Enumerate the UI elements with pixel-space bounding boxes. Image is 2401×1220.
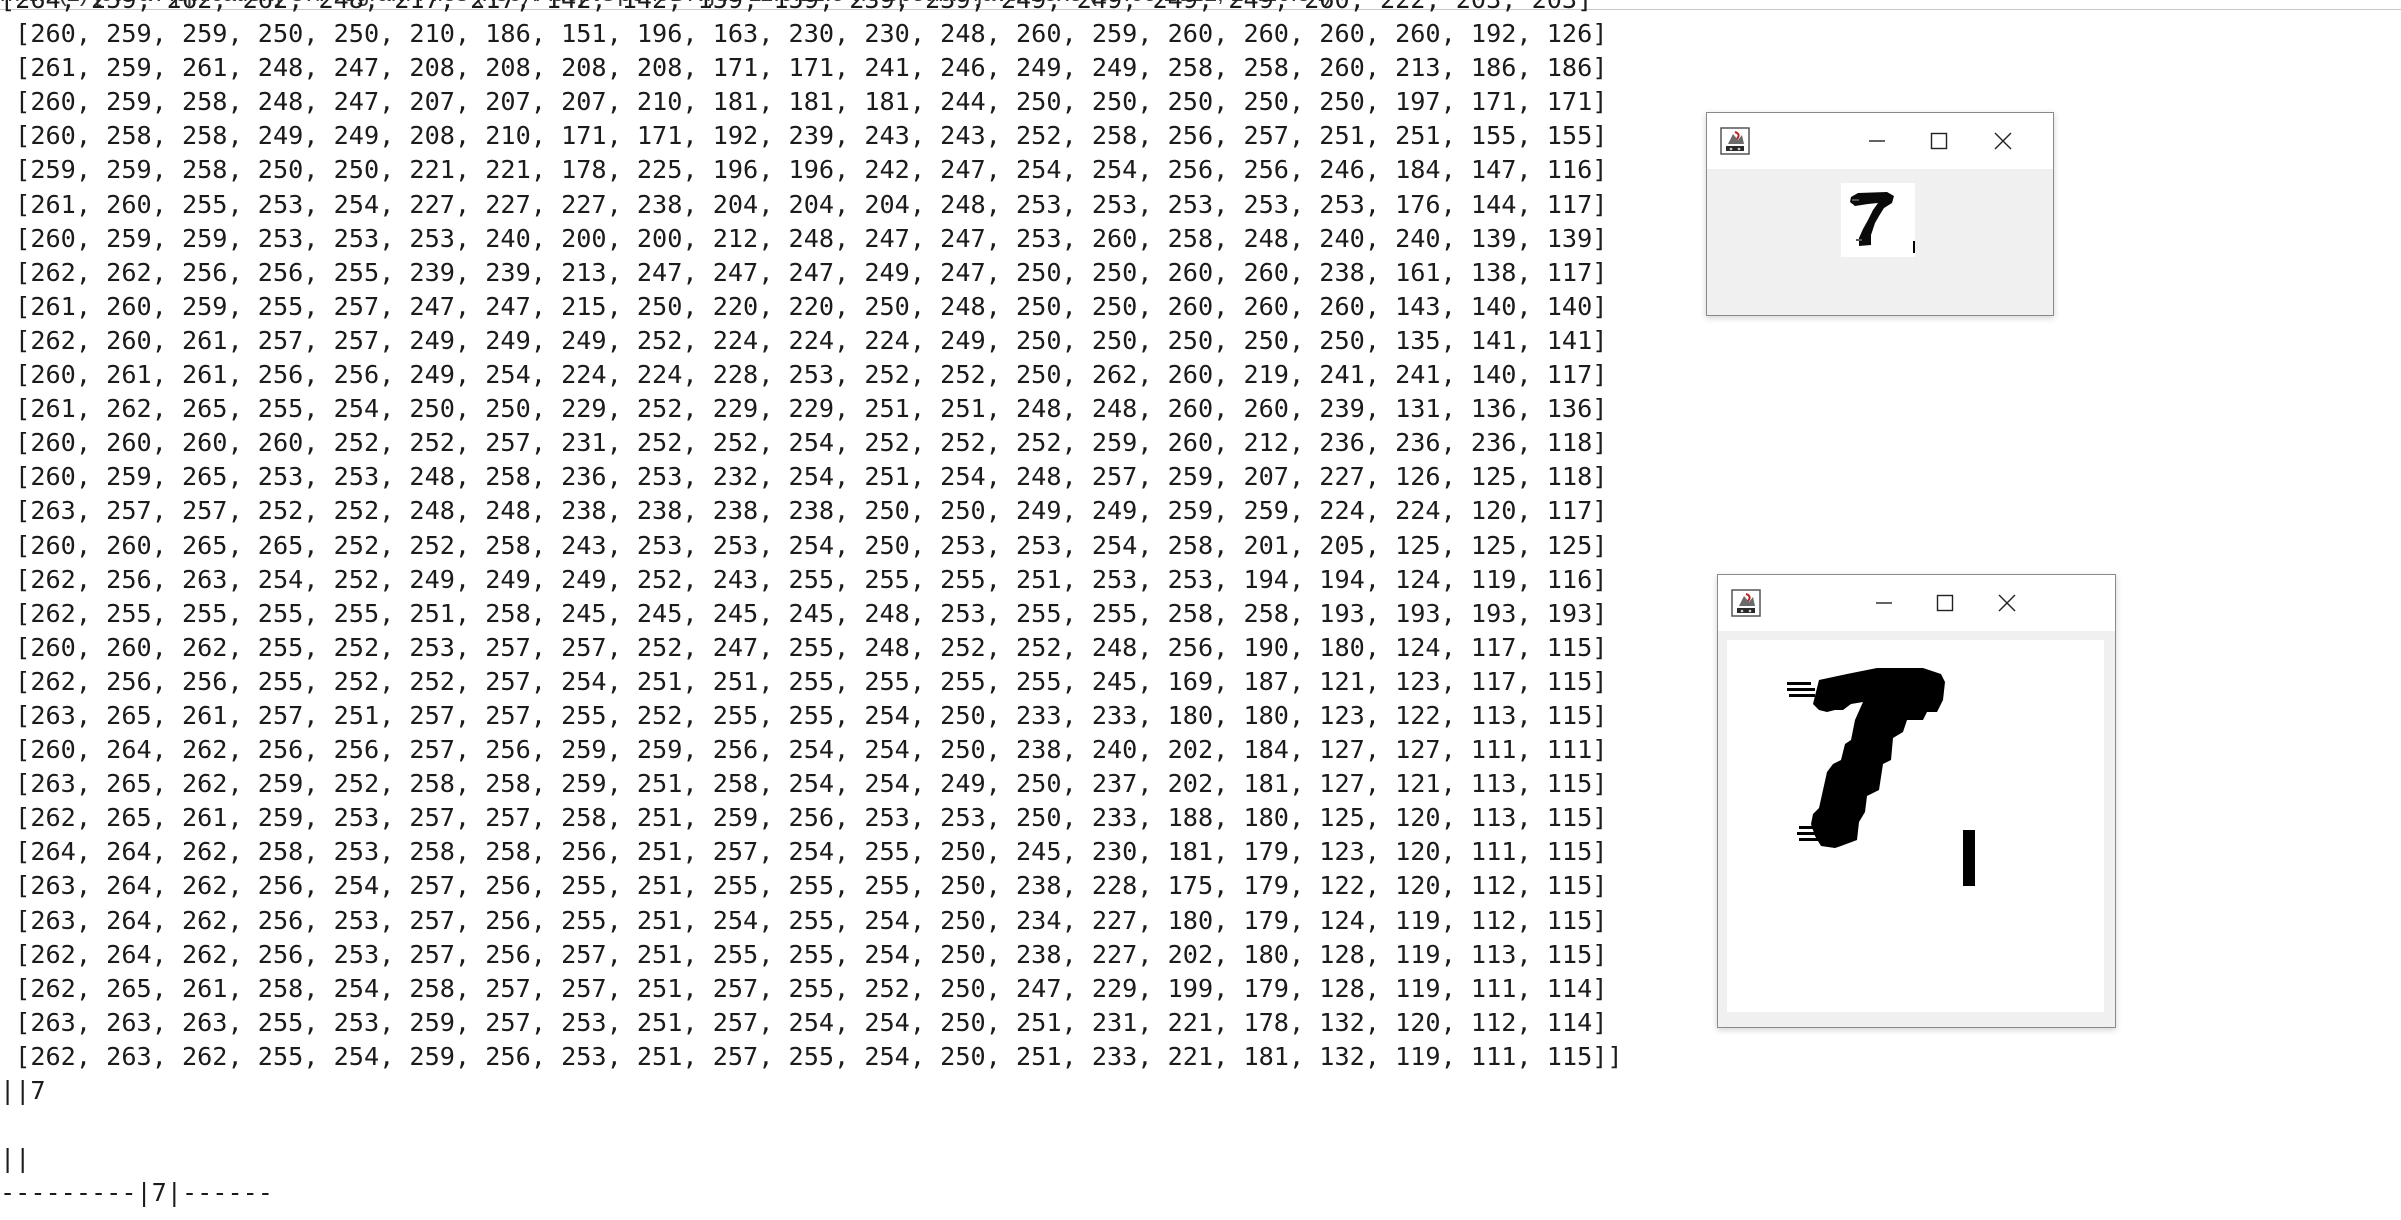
console-line: [259, 259, 258, 250, 250, 221, 221, 178,… <box>0 155 1608 185</box>
console-line: [262, 263, 262, 255, 254, 259, 256, 253,… <box>0 1041 1623 1071</box>
console-line: [264, 264, 262, 258, 253, 258, 258, 256,… <box>0 837 1608 867</box>
desktop: main (2) [Java Application] C:\Program F… <box>0 0 2401 1220</box>
console-line: [260, 259, 259, 253, 253, 253, 240, 200,… <box>0 223 1608 253</box>
maximize-button[interactable] <box>1909 113 1969 169</box>
console-text: [264, 259, 262, 262, 248, 217, 217, 142,… <box>0 0 1623 1210</box>
console-line: [263, 265, 261, 257, 251, 257, 257, 255,… <box>0 700 1608 730</box>
console-line: [261, 259, 261, 248, 247, 208, 208, 208,… <box>0 53 1608 83</box>
window-titlebar[interactable] <box>1707 113 2053 169</box>
window-client-area <box>1707 169 2053 315</box>
console-line: [260, 260, 260, 260, 252, 252, 257, 231,… <box>0 428 1608 458</box>
console-line: [262, 256, 263, 254, 252, 249, 249, 249,… <box>0 564 1608 594</box>
window-client-area <box>1718 631 2115 1027</box>
console-line: [262, 264, 262, 256, 253, 257, 256, 257,… <box>0 939 1608 969</box>
maximize-icon <box>1936 594 1954 612</box>
console-line: [260, 259, 259, 250, 250, 210, 186, 151,… <box>0 19 1608 49</box>
console-line: [263, 264, 262, 256, 254, 257, 256, 255,… <box>0 871 1608 901</box>
console-line: [260, 260, 262, 255, 252, 253, 257, 257,… <box>0 632 1608 662</box>
close-icon <box>1998 594 2016 612</box>
console-line: [263, 265, 262, 259, 252, 258, 258, 259,… <box>0 769 1608 799</box>
close-button[interactable] <box>1973 113 2033 169</box>
console-line: ---------|7|------ <box>0 1178 273 1208</box>
digit-thumbnail <box>1841 183 1915 257</box>
console-line: [262, 262, 256, 256, 255, 239, 239, 213,… <box>0 257 1608 287</box>
digit-seven-image <box>1850 192 1915 253</box>
window-titlebar[interactable] <box>1718 575 2115 631</box>
console-line: [264, 259, 262, 262, 248, 217, 217, 142,… <box>0 0 1623 17</box>
drawing-canvas[interactable] <box>1727 640 2104 1012</box>
console-line: [262, 256, 256, 255, 252, 252, 257, 254,… <box>0 666 1608 696</box>
console-line: [263, 257, 257, 252, 252, 248, 248, 238,… <box>0 496 1608 526</box>
console-line: [261, 260, 255, 253, 254, 227, 227, 227,… <box>0 189 1608 219</box>
console-line: [262, 255, 255, 255, 255, 251, 258, 245,… <box>0 598 1608 628</box>
console-line: [260, 261, 261, 256, 256, 249, 254, 224,… <box>0 360 1608 390</box>
console-line: [261, 262, 265, 255, 254, 250, 250, 229,… <box>0 394 1608 424</box>
maximize-button[interactable] <box>1915 575 1975 631</box>
console-line: [260, 260, 265, 265, 252, 252, 258, 243,… <box>0 530 1608 560</box>
console-line: [263, 263, 263, 255, 253, 259, 257, 253,… <box>0 1007 1608 1037</box>
console-line: [260, 259, 265, 253, 253, 248, 258, 236,… <box>0 462 1608 492</box>
minimize-icon <box>1869 140 1885 142</box>
console-output-panel[interactable]: main (2) [Java Application] C:\Program F… <box>0 0 2401 1220</box>
console-line: [260, 258, 258, 249, 249, 208, 210, 171,… <box>0 121 1608 151</box>
console-line: [262, 265, 261, 259, 253, 257, 257, 258,… <box>0 803 1608 833</box>
java-cup-icon <box>1720 127 1750 155</box>
minimize-icon <box>1876 602 1892 604</box>
console-line: [263, 264, 262, 256, 253, 257, 256, 255,… <box>0 905 1608 935</box>
console-line: || <box>0 1144 31 1174</box>
minimize-button[interactable] <box>1847 113 1907 169</box>
close-icon <box>1994 132 2012 150</box>
console-line: [262, 260, 261, 257, 257, 249, 249, 249,… <box>0 325 1608 355</box>
small-digit-window[interactable] <box>1706 112 2054 316</box>
console-line: [260, 264, 262, 256, 256, 257, 256, 259,… <box>0 735 1608 765</box>
console-line: [262, 265, 261, 258, 254, 258, 257, 257,… <box>0 973 1608 1003</box>
console-line: [260, 259, 258, 248, 247, 207, 207, 207,… <box>0 87 1608 117</box>
large-digit-window[interactable] <box>1717 574 2116 1028</box>
console-line: ||7 <box>0 1076 46 1105</box>
maximize-icon <box>1930 132 1948 150</box>
java-cup-icon <box>1731 589 1761 617</box>
minimize-button[interactable] <box>1854 575 1914 631</box>
console-line: [261, 260, 259, 255, 257, 247, 247, 215,… <box>0 291 1608 321</box>
digit-seven-drawing <box>1787 668 1975 886</box>
close-button[interactable] <box>1977 575 2037 631</box>
